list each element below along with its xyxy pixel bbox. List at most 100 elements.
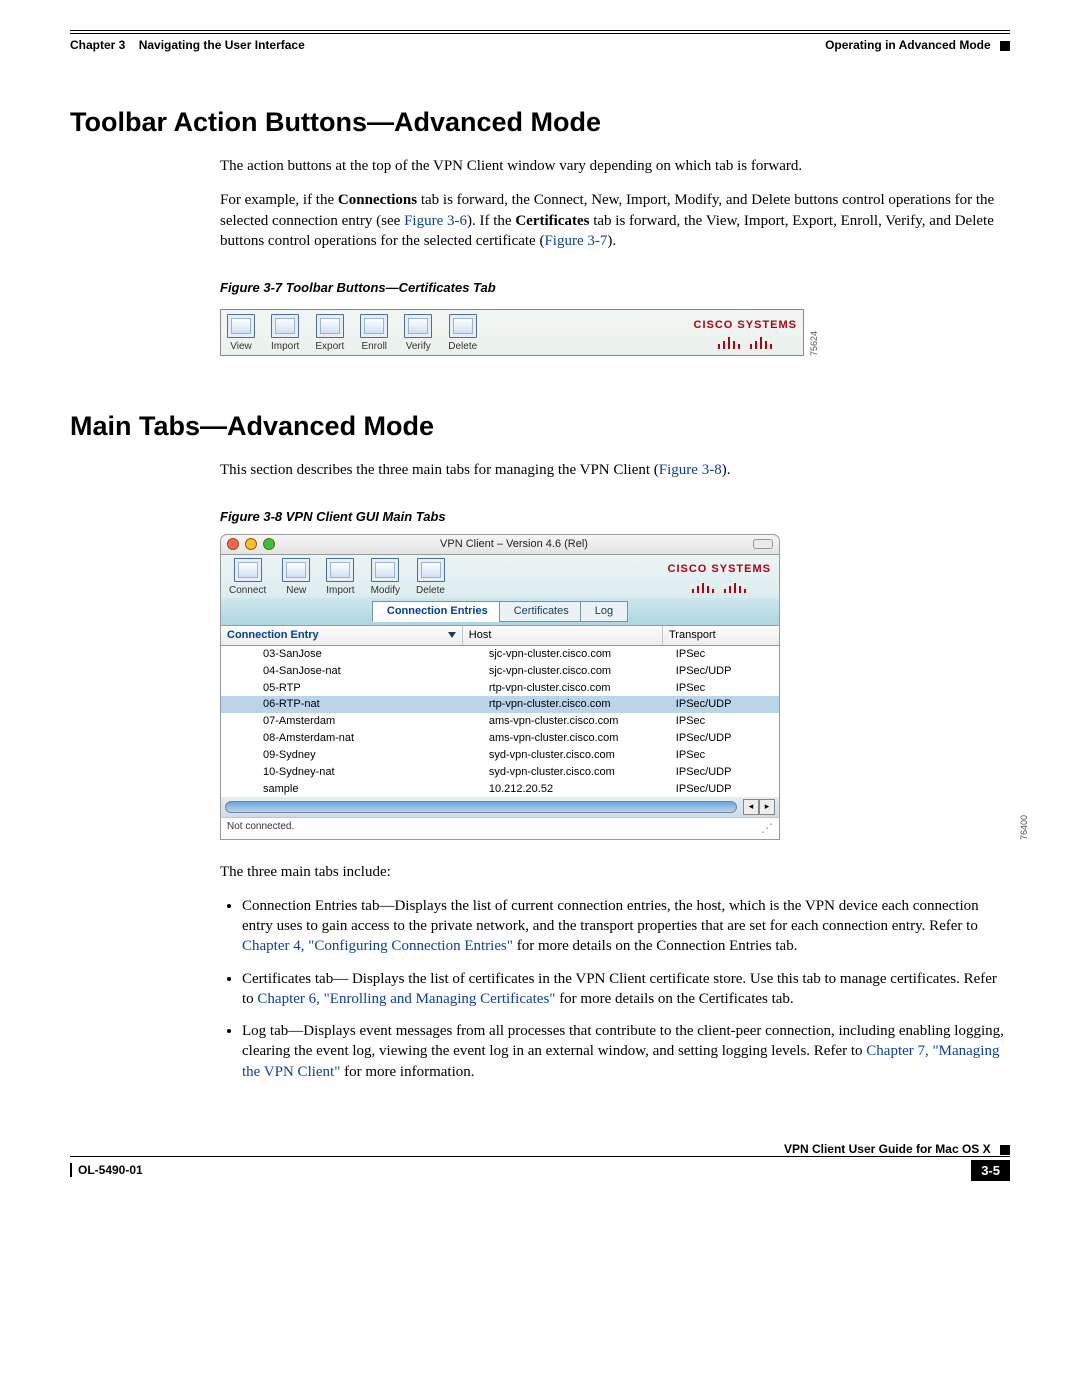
verify-icon bbox=[404, 314, 432, 338]
para-main-tabs-intro: This section describes the three main ta… bbox=[220, 460, 1010, 480]
bullet-log: Log tab—Displays event messages from all… bbox=[242, 1021, 1010, 1082]
delete-button[interactable]: Delete bbox=[416, 558, 445, 598]
import-icon bbox=[326, 558, 354, 582]
figure-3-8-refnum: 76400 bbox=[1018, 815, 1030, 840]
heading-main-tabs: Main Tabs—Advanced Mode bbox=[70, 411, 1010, 442]
footer-docnum: OL-5490-01 bbox=[70, 1163, 143, 1177]
import-icon bbox=[271, 314, 299, 338]
enroll-icon bbox=[360, 314, 388, 338]
new-button[interactable]: New bbox=[282, 558, 310, 598]
tab-certificates[interactable]: Certificates bbox=[499, 601, 584, 622]
delete-button[interactable]: Delete bbox=[448, 314, 477, 354]
resize-handle-icon[interactable]: ⋰ bbox=[761, 820, 773, 836]
scroll-left-icon[interactable]: ◂ bbox=[743, 799, 759, 815]
cisco-logo: CISCO SYSTEMS bbox=[694, 318, 797, 349]
cell-entry: 03-SanJose bbox=[221, 647, 483, 662]
cell-transport: IPSec/UDP bbox=[670, 697, 779, 712]
link-chapter-4[interactable]: Chapter 4, "Configuring Connection Entri… bbox=[242, 938, 513, 954]
tab-connection-entries[interactable]: Connection Entries bbox=[372, 601, 503, 622]
figure-3-7-refnum: 75624 bbox=[808, 331, 820, 356]
verify-button[interactable]: Verify bbox=[404, 314, 432, 354]
table-row[interactable]: 05-RTPrtp-vpn-cluster.cisco.comIPSec bbox=[221, 680, 779, 697]
modify-icon bbox=[371, 558, 399, 582]
horizontal-scrollbar[interactable]: ◂ ▸ bbox=[220, 797, 780, 817]
table-row[interactable]: 04-SanJose-natsjc-vpn-cluster.cisco.comI… bbox=[221, 663, 779, 680]
window-titlebar: VPN Client – Version 4.6 (Rel) bbox=[220, 534, 780, 555]
scroll-right-icon[interactable]: ▸ bbox=[759, 799, 775, 815]
column-connection-entry[interactable]: Connection Entry bbox=[221, 626, 463, 645]
window-capsule-icon bbox=[753, 539, 773, 549]
window-title: VPN Client – Version 4.6 (Rel) bbox=[281, 537, 747, 552]
table-row[interactable]: 03-SanJosesjc-vpn-cluster.cisco.comIPSec bbox=[221, 646, 779, 663]
para-action-buttons: The action buttons at the top of the VPN… bbox=[220, 156, 1010, 176]
table-row[interactable]: 08-Amsterdam-natams-vpn-cluster.cisco.co… bbox=[221, 730, 779, 747]
modify-button[interactable]: Modify bbox=[371, 558, 400, 598]
new-icon bbox=[282, 558, 310, 582]
table-row[interactable]: sample10.212.20.52IPSec/UDP bbox=[221, 781, 779, 798]
minimize-icon[interactable] bbox=[245, 538, 257, 550]
enroll-button[interactable]: Enroll bbox=[360, 314, 388, 354]
chapter-title: Navigating the User Interface bbox=[139, 38, 305, 52]
cell-transport: IPSec/UDP bbox=[670, 731, 779, 746]
export-button[interactable]: Export bbox=[315, 314, 344, 354]
cell-entry: 09-Sydney bbox=[221, 748, 483, 763]
link-chapter-6[interactable]: Chapter 6, "Enrolling and Managing Certi… bbox=[257, 991, 555, 1007]
cell-transport: IPSec bbox=[670, 681, 779, 696]
table-row[interactable]: 09-Sydneysyd-vpn-cluster.cisco.comIPSec bbox=[221, 747, 779, 764]
table-row[interactable]: 10-Sydney-natsyd-vpn-cluster.cisco.comIP… bbox=[221, 764, 779, 781]
link-figure-3-8[interactable]: Figure 3-8 bbox=[659, 462, 722, 478]
footer-pagenum: 3-5 bbox=[971, 1160, 1010, 1181]
cell-host: syd-vpn-cluster.cisco.com bbox=[483, 765, 670, 780]
section-title: Operating in Advanced Mode bbox=[825, 38, 991, 52]
status-bar: Not connected. ⋰ bbox=[220, 817, 780, 839]
tab-log[interactable]: Log bbox=[580, 601, 628, 622]
cell-host: rtp-vpn-cluster.cisco.com bbox=[483, 697, 670, 712]
cell-host: sjc-vpn-cluster.cisco.com bbox=[483, 664, 670, 679]
figure-vpn-window: VPN Client – Version 4.6 (Rel) Connect Ne… bbox=[220, 534, 780, 840]
cell-transport: IPSec bbox=[670, 748, 779, 763]
cisco-logo: CISCO SYSTEMS bbox=[668, 562, 771, 593]
close-icon[interactable] bbox=[227, 538, 239, 550]
figure-3-7-caption: Figure 3-7 Toolbar Buttons—Certificates … bbox=[220, 279, 1010, 297]
view-icon bbox=[227, 314, 255, 338]
page-footer: VPN Client User Guide for Mac OS X OL-54… bbox=[70, 1142, 1010, 1181]
column-transport[interactable]: Transport bbox=[663, 626, 779, 645]
import-button[interactable]: Import bbox=[271, 314, 299, 354]
link-figure-3-7[interactable]: Figure 3-7 bbox=[544, 233, 607, 249]
bullet-certificates: Certificates tab— Displays the list of c… bbox=[242, 969, 1010, 1010]
cell-entry: 10-Sydney-nat bbox=[221, 765, 483, 780]
view-button[interactable]: View bbox=[227, 314, 255, 354]
connection-table-body: 03-SanJosesjc-vpn-cluster.cisco.comIPSec… bbox=[220, 646, 780, 798]
import-button[interactable]: Import bbox=[326, 558, 354, 598]
status-text: Not connected. bbox=[227, 820, 294, 836]
column-host[interactable]: Host bbox=[463, 626, 663, 645]
header-marker-icon bbox=[1000, 41, 1010, 51]
cell-host: sjc-vpn-cluster.cisco.com bbox=[483, 647, 670, 662]
cell-host: syd-vpn-cluster.cisco.com bbox=[483, 748, 670, 763]
connect-icon bbox=[234, 558, 262, 582]
cell-transport: IPSec bbox=[670, 647, 779, 662]
window-toolbar: Connect New Import Modify Delete CISCO SYSTE… bbox=[220, 555, 780, 599]
cell-transport: IPSec/UDP bbox=[670, 664, 779, 679]
cell-entry: 04-SanJose-nat bbox=[221, 664, 483, 679]
connect-button[interactable]: Connect bbox=[229, 558, 266, 598]
page-header: Chapter 3 Navigating the User Interface … bbox=[70, 33, 1010, 52]
zoom-icon[interactable] bbox=[263, 538, 275, 550]
figure-certificates-toolbar: View Import Export Enroll Verify Delete CISCO… bbox=[220, 309, 804, 357]
cell-entry: 07-Amsterdam bbox=[221, 714, 483, 729]
scroll-track[interactable] bbox=[225, 801, 737, 813]
heading-toolbar-action: Toolbar Action Buttons—Advanced Mode bbox=[70, 107, 1010, 138]
cell-entry: 08-Amsterdam-nat bbox=[221, 731, 483, 746]
bullet-connection-entries: Connection Entries tab—Displays the list… bbox=[242, 896, 1010, 957]
footer-marker-icon bbox=[1000, 1145, 1010, 1155]
delete-icon bbox=[449, 314, 477, 338]
cell-entry: sample bbox=[221, 782, 483, 797]
link-figure-3-6[interactable]: Figure 3-6 bbox=[404, 213, 467, 229]
cell-entry: 06-RTP-nat bbox=[221, 697, 483, 712]
delete-icon bbox=[417, 558, 445, 582]
cell-transport: IPSec bbox=[670, 714, 779, 729]
table-row[interactable]: 06-RTP-natrtp-vpn-cluster.cisco.comIPSec… bbox=[221, 696, 779, 713]
cell-host: rtp-vpn-cluster.cisco.com bbox=[483, 681, 670, 696]
table-row[interactable]: 07-Amsterdamams-vpn-cluster.cisco.comIPS… bbox=[221, 713, 779, 730]
chapter-label: Chapter 3 bbox=[70, 38, 125, 52]
